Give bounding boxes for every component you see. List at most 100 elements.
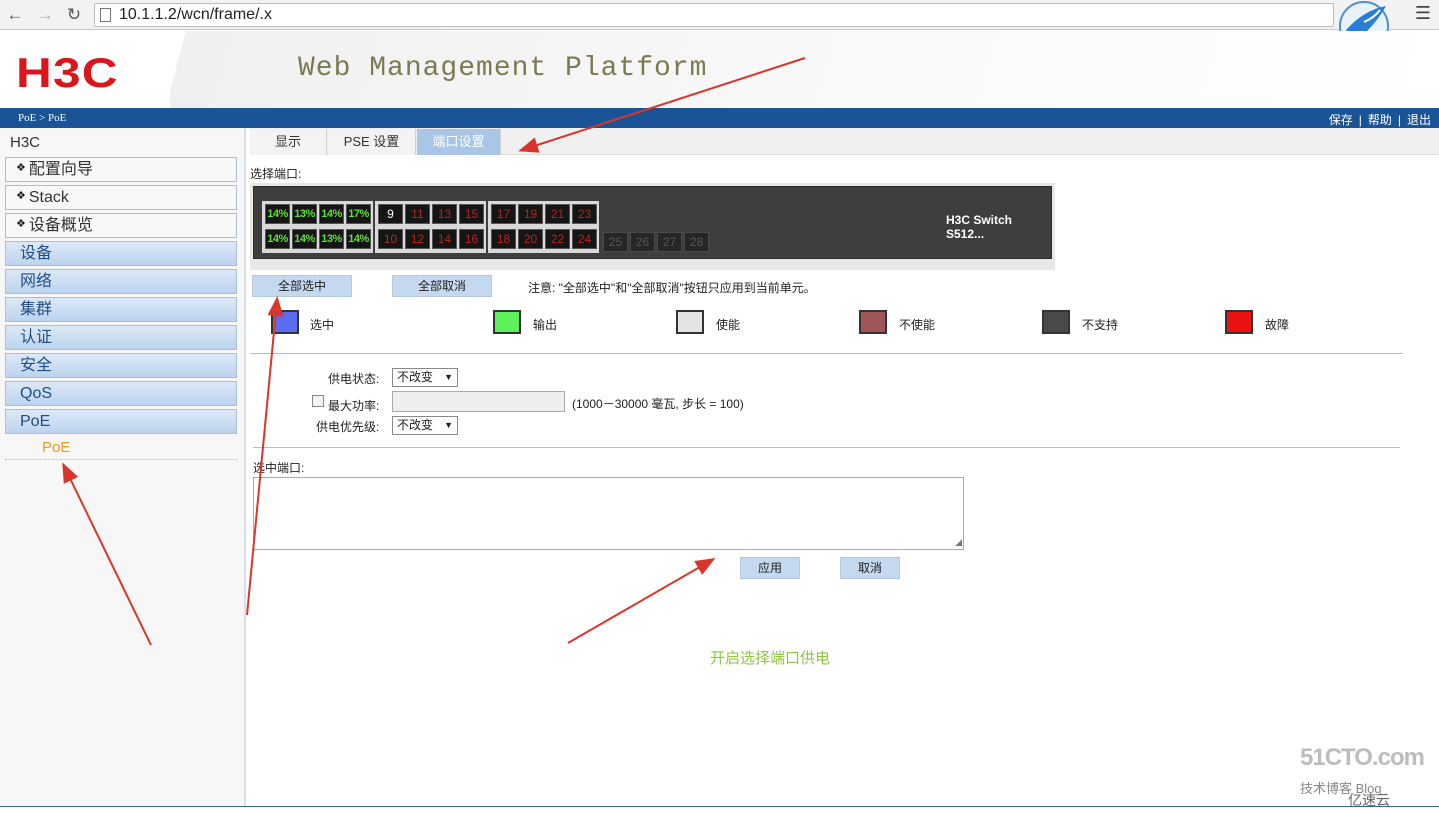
- max-power-label: 最大功率:: [328, 399, 380, 413]
- switch-faceplate: 14% 13% 14% 17% 14% 14% 13% 14% 9 11 13 …: [253, 186, 1052, 259]
- port-17[interactable]: 17: [491, 204, 516, 224]
- power-state-label: 供电状态:: [328, 372, 380, 386]
- sidebar-cat-security[interactable]: 安全: [5, 353, 237, 378]
- port-6[interactable]: 13%: [319, 229, 344, 249]
- select-all-button[interactable]: 全部选中: [252, 275, 352, 297]
- port-26: 26: [630, 232, 655, 252]
- help-link[interactable]: 帮助: [1368, 113, 1392, 127]
- save-link[interactable]: 保存: [1329, 113, 1353, 127]
- sidebar-item-wizard[interactable]: ❖ 配置向导: [5, 157, 237, 182]
- legend-output-label: 输出: [533, 318, 558, 332]
- port-3[interactable]: 13%: [292, 204, 317, 224]
- tab-display[interactable]: 显示: [250, 129, 327, 155]
- legend-enabled-label: 使能: [716, 318, 741, 332]
- back-arrow-icon[interactable]: ←: [4, 4, 26, 26]
- port-2[interactable]: 14%: [265, 229, 290, 249]
- logout-link[interactable]: 退出: [1407, 113, 1431, 127]
- sidebar-sub-poe[interactable]: PoE: [5, 436, 237, 460]
- tab-port-settings[interactable]: 端口设置: [417, 129, 501, 155]
- port-22[interactable]: 22: [545, 229, 570, 249]
- selected-ports-label: 选中端口:: [253, 461, 305, 475]
- power-state-select[interactable]: 不改变 ▼: [392, 368, 458, 387]
- selected-ports-textarea[interactable]: ◢: [253, 477, 964, 550]
- legend-output-swatch: [493, 310, 521, 334]
- apply-button[interactable]: 应用: [740, 557, 800, 579]
- cancel-button[interactable]: 取消: [840, 557, 900, 579]
- dropdown-arrow-icon: ▼: [444, 372, 453, 382]
- hamburger-menu-icon[interactable]: ☰: [1415, 3, 1431, 24]
- port-16[interactable]: 16: [459, 229, 484, 249]
- legend-unsupported-swatch: [1042, 310, 1070, 334]
- sidebar-cat-device[interactable]: 设备: [5, 241, 237, 266]
- max-power-input[interactable]: [392, 391, 565, 412]
- port-8[interactable]: 14%: [346, 229, 371, 249]
- platform-title: Web Management Platform: [298, 53, 708, 84]
- sidebar-cat-qos[interactable]: QoS: [5, 381, 237, 406]
- priority-select[interactable]: 不改变 ▼: [392, 416, 458, 435]
- tab-pse-settings[interactable]: PSE 设置: [328, 129, 416, 155]
- port-27: 27: [657, 232, 682, 252]
- note-text: 注意: "全部选中"和"全部取消"按钮只应用到当前单元。: [528, 281, 816, 295]
- port-5[interactable]: 14%: [319, 204, 344, 224]
- top-links: 保存 | 帮助 | 退出: [1328, 113, 1431, 127]
- port-13[interactable]: 13: [432, 204, 457, 224]
- port-25: 25: [603, 232, 628, 252]
- main-content: 显示 PSE 设置 端口设置 选择端口: 14% 13% 14% 17% 14%…: [250, 128, 1439, 806]
- tab-bar: 显示 PSE 设置 端口设置: [250, 128, 1439, 155]
- port-10[interactable]: 10: [378, 229, 403, 249]
- deselect-all-button[interactable]: 全部取消: [392, 275, 492, 297]
- app-header: H3C Web Management Platform: [0, 31, 1439, 108]
- address-bar[interactable]: 10.1.1.2/wcn/frame/.x: [94, 3, 1334, 27]
- h3c-logo: H3C: [16, 49, 119, 96]
- max-power-checkbox[interactable]: [312, 395, 324, 407]
- browser-toolbar: ← → ↻ 10.1.1.2/wcn/frame/.x ☰: [0, 0, 1439, 30]
- port-4[interactable]: 14%: [292, 229, 317, 249]
- diamond-icon: ❖: [16, 162, 26, 174]
- diamond-icon: ❖: [16, 190, 26, 202]
- breadcrumb: PoE > PoE: [18, 112, 67, 124]
- sidebar-title: H3C: [10, 134, 41, 151]
- resize-grip-icon[interactable]: ◢: [955, 537, 962, 548]
- switch-model-name: H3C Switch S512...: [946, 213, 1013, 241]
- port-7[interactable]: 17%: [346, 204, 371, 224]
- port-14[interactable]: 14: [432, 229, 457, 249]
- sidebar-cat-cluster[interactable]: 集群: [5, 297, 237, 322]
- divider: [253, 447, 1400, 448]
- port-1[interactable]: 14%: [265, 204, 290, 224]
- divider: [250, 353, 1403, 354]
- port-23[interactable]: 23: [572, 204, 597, 224]
- reload-icon[interactable]: ↻: [63, 4, 85, 26]
- sidebar-item-stack[interactable]: ❖ Stack: [5, 185, 237, 210]
- sidebar-cat-auth[interactable]: 认证: [5, 325, 237, 350]
- priority-label: 供电优先级:: [316, 420, 380, 434]
- port-24[interactable]: 24: [572, 229, 597, 249]
- sidebar-cat-network[interactable]: 网络: [5, 269, 237, 294]
- port-15[interactable]: 15: [459, 204, 484, 224]
- sidebar-item-overview[interactable]: ❖ 设备概览: [5, 213, 237, 238]
- port-12[interactable]: 12: [405, 229, 430, 249]
- sidebar: H3C ❖ 配置向导 ❖ Stack ❖ 设备概览 设备 网络 集群 认证 安全 Qo…: [0, 128, 246, 806]
- legend-fault-label: 故障: [1265, 318, 1290, 332]
- forward-arrow-icon[interactable]: →: [34, 4, 56, 26]
- legend-fault-swatch: [1225, 310, 1253, 334]
- screenshot-root: ← → ↻ 10.1.1.2/wcn/frame/.x ☰ H3C Web Ma…: [0, 0, 1439, 813]
- port-20[interactable]: 20: [518, 229, 543, 249]
- legend-unsupported-label: 不支持: [1082, 318, 1119, 332]
- port-group-3: 17 19 21 23 18 20 22 24: [488, 201, 599, 253]
- dropdown-arrow-icon: ▼: [444, 420, 453, 430]
- url-text: 10.1.1.2/wcn/frame/.x: [119, 6, 272, 23]
- legend-enabled-swatch: [676, 310, 704, 334]
- port-11[interactable]: 11: [405, 204, 430, 224]
- port-9[interactable]: 9: [378, 204, 403, 224]
- legend-selected-swatch: [271, 310, 299, 334]
- legend-disabled-swatch: [859, 310, 887, 334]
- port-19[interactable]: 19: [518, 204, 543, 224]
- sidebar-cat-poe[interactable]: PoE: [5, 409, 237, 434]
- port-21[interactable]: 21: [545, 204, 570, 224]
- switch-panel: 14% 13% 14% 17% 14% 14% 13% 14% 9 11 13 …: [250, 183, 1055, 270]
- port-18[interactable]: 18: [491, 229, 516, 249]
- top-bar: PoE > PoE 保存 | 帮助 | 退出: [0, 108, 1439, 128]
- port-group-1: 14% 13% 14% 17% 14% 14% 13% 14%: [262, 201, 373, 253]
- port-28: 28: [684, 232, 709, 252]
- page-icon: [100, 8, 111, 22]
